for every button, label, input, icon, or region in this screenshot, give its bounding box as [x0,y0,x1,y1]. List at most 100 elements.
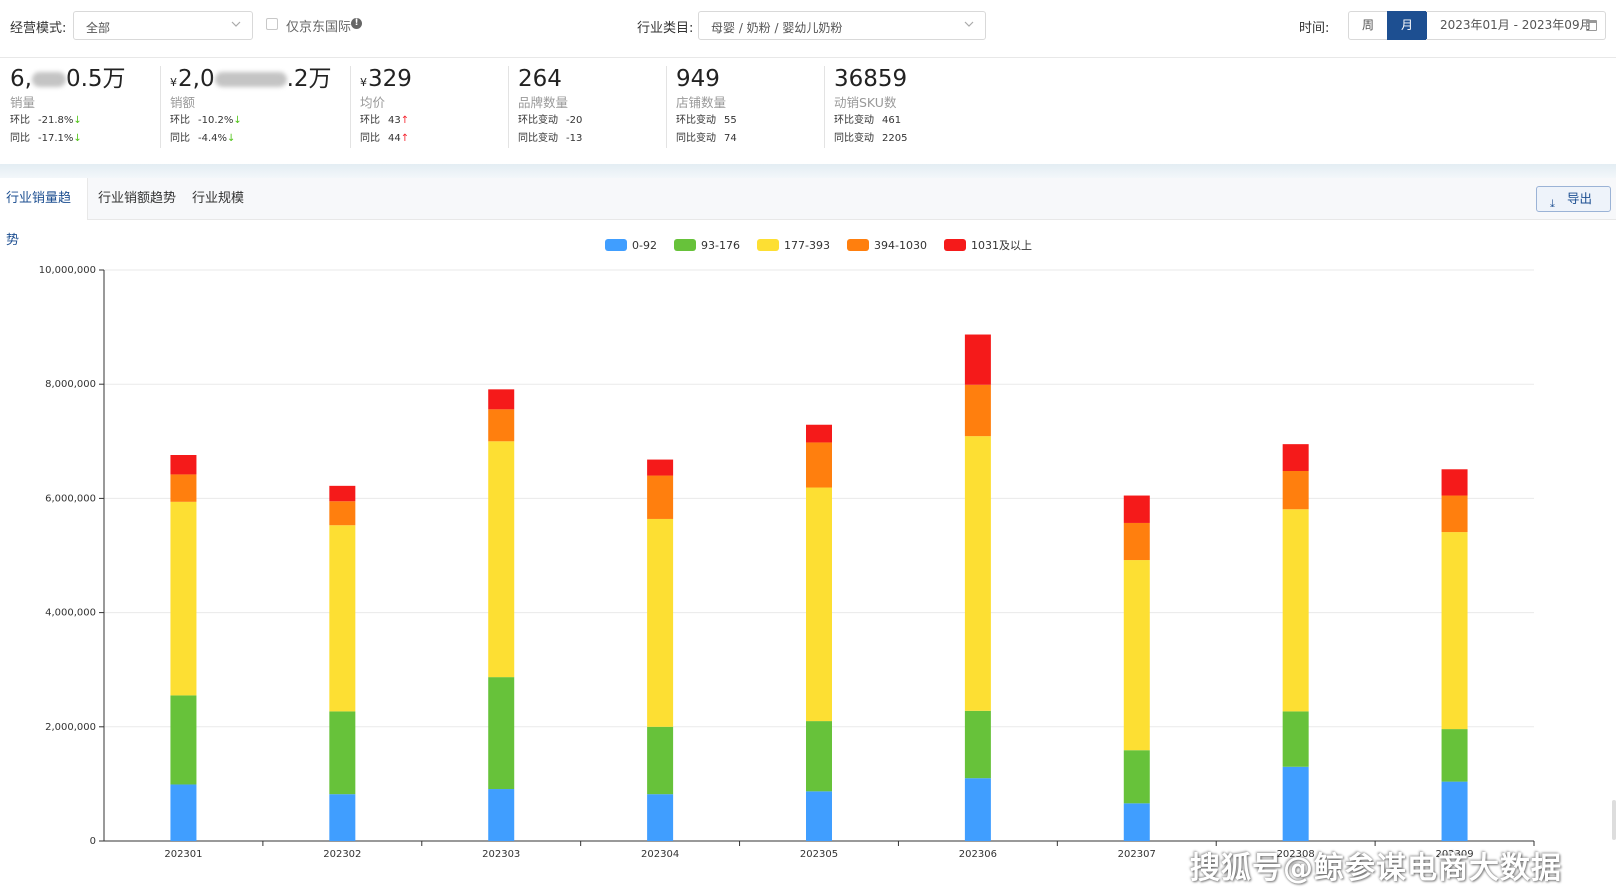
kpi-card: 264 品牌数量环比变动 -20 同比变动 -13 [507,64,582,150]
kpi-change-row: 环比 -10.2%↓ [170,112,332,130]
legend-label: 394-1030 [874,239,927,252]
kpi-change-row: 环比 43↑ [360,112,412,130]
y-tick-label: 6,000,000 [45,493,96,504]
mode-select[interactable]: 全部 [73,11,253,40]
category-value: 母婴 / 奶粉 / 婴幼儿奶粉 [711,21,843,35]
kpi-change-value: 43 [388,115,401,126]
y-tick-label: 10,000,000 [39,265,96,276]
bar-segment [806,442,832,488]
bar-segment [170,695,197,785]
kpi-label: 均价 [360,95,386,110]
scrollbar[interactable] [1612,800,1616,840]
kpi-change-label: 同比变动 [834,133,874,144]
kpi-change-value: 55 [724,115,737,126]
kpi-change-row: 环比变动 -20 [518,112,582,130]
chevron-down-icon [964,21,974,27]
month-toggle-button[interactable]: 月 [1387,11,1427,40]
kpi-value-text: 329 [368,66,412,92]
bar-segment [1282,509,1309,712]
redacted-value [31,72,66,87]
kpi-change-label: 同比 [170,133,190,144]
tab-sales-volume-trend[interactable]: 行业销量趋势 [0,178,88,248]
x-tick-label: 202303 [482,849,520,860]
kpi-change-label: 同比 [360,133,380,144]
kpi-card: 36859 动销SKU数 环比变动 461 同比变动 2205 [823,64,908,150]
chevron-down-icon [231,21,241,27]
download-icon: ⤓ [1550,197,1555,210]
tab-sales-amount-trend[interactable]: 行业销额趋势 [92,178,182,220]
x-tick-label: 202305 [800,849,838,860]
kpi-value: 6, 0.5万 [10,64,126,94]
mode-label: 经营模式: [10,21,67,36]
kpi-change-label: 同比 [10,133,30,144]
bar-segment [1441,532,1468,730]
bar-segment [647,794,674,841]
kpi-change-row: 环比 -21.8%↓ [10,112,126,130]
arrow-down-icon: ↓ [227,133,236,144]
category-select[interactable]: 母婴 / 奶粉 / 婴幼儿奶粉 [698,11,986,40]
kpi-change-label: 环比 [170,115,190,126]
kpi-label: 销量 [10,95,36,110]
bar-segment [964,334,991,385]
bar-segment [170,455,197,475]
kpi-label: 销额 [170,95,196,110]
kpi-change-row: 同比 -17.1%↓ [10,130,126,148]
kpi-card: ¥2,0.2万 销额 环比 -10.2%↓ 同比 -4.4%↓ [160,64,332,150]
bar-segment [647,518,674,727]
bar-segment [1123,522,1150,561]
kpi-card: 949 店铺数量 环比变动 55 同比变动 74 [666,64,737,150]
kpi-value-text: 6, [10,66,32,92]
kpi-change-value: 461 [882,115,902,126]
tab-industry-scale[interactable]: 行业规模 [186,178,250,220]
bar-segment [1441,495,1468,533]
currency-symbol: ¥ [360,76,367,89]
kpi-value-text: 949 [676,66,720,92]
bar-segment [488,677,515,790]
arrow-up-icon: ↑ [400,115,410,126]
calendar-icon [1586,20,1597,31]
kpi-change-row: 环比变动 461 [834,112,907,130]
legend-swatch [674,239,696,251]
x-tick-label: 202301 [164,849,202,860]
arrow-down-icon: ↓ [233,115,242,126]
bar-segment [964,384,991,437]
date-range-value: 2023年01月 - 2023年09月 [1440,18,1592,32]
tab-bar: 行业销量趋势 行业销额趋势 行业规模 ⤓ 导出 [0,178,1616,248]
date-range-picker[interactable]: 2023年01月 - 2023年09月 [1426,11,1606,40]
y-tick-label: 4,000,000 [45,608,96,619]
bar-segment [1441,469,1468,496]
kpi-card: ¥329 均价环比 43↑ 同比 44 ↑ [350,64,412,150]
jd-intl-checkbox[interactable] [266,18,278,30]
kpi-change-value: -20 [566,115,583,126]
arrow-down-icon: ↓ [73,115,82,126]
kpi-label: 动销SKU数 [834,95,897,110]
kpi-change-row: 同比变动 -13 [518,130,582,148]
kpi-label: 品牌数量 [518,95,569,110]
stacked-bar-chart: 0 2,000,000 4,000,000 6,000,000 8,000,000 10,… [39,239,1535,860]
kpi-value: 264 [518,64,582,94]
bar-segment [329,794,356,841]
y-tick-label: 2,000,000 [45,722,96,733]
kpi-value-text: 0.5万 [65,66,126,92]
arrow-down-icon: ↓ [73,133,82,144]
bar-segment [488,409,515,442]
legend-swatch [847,239,869,251]
legend-swatch [757,239,779,251]
kpi-change-value: -4.4% [198,133,228,144]
kpi-change-label: 同比变动 [518,133,558,144]
bar-segment [1282,766,1309,841]
bar-segment [806,424,832,443]
week-toggle-button[interactable]: 周 [1348,11,1388,40]
export-button[interactable]: ⤓ 导出 [1536,186,1611,212]
legend-swatch [944,239,966,251]
kpi-change-value: -21.8% [38,115,74,126]
y-tick-label: 8,000,000 [45,379,96,390]
kpi-change-label: 环比 [10,115,30,126]
x-tick-label: 202304 [641,849,679,860]
bar-segment [964,710,991,779]
info-icon[interactable]: ! [351,18,362,29]
bar-segment [488,389,515,410]
kpi-value-text: 2,0 [178,66,215,92]
kpi-change-value: 44 [388,133,401,144]
kpi-value-text: 36859 [834,66,908,92]
